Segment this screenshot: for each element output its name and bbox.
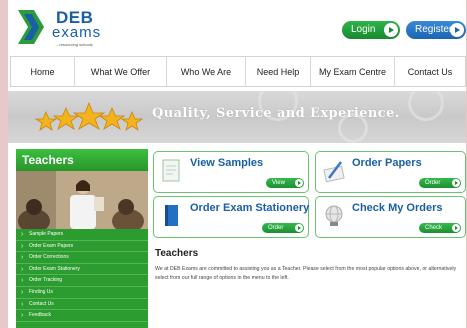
hero-banner: Quality, Service and Experience. (8, 91, 466, 143)
nav-item-what-we-offer[interactable]: What We Offer (75, 57, 167, 86)
sidebar: Teachers Sample Papers Order Exam Papers… (16, 149, 148, 328)
card-title-view-samples: View Samples (190, 157, 264, 169)
order-stationery-button-label: Order (268, 225, 284, 231)
sidebar-item-sample-papers[interactable]: Sample Papers (16, 229, 148, 241)
deb-exams-logo[interactable]: DEB exams ...resourcing schools (14, 8, 114, 48)
banner-tagline: Quality, Service and Experience. (152, 106, 400, 121)
card-title-order-exam-stationery: Order Exam Stationery (190, 202, 310, 214)
sidebar-item-order-exam-stationery[interactable]: Order Exam Stationery (16, 263, 148, 276)
sidebar-item-finding-us[interactable]: Finding Us (16, 286, 148, 299)
sidebar-item-order-corrections[interactable]: Order Corrections (16, 252, 148, 264)
logo-tagline: ...resourcing schools (56, 42, 93, 47)
register-button[interactable]: Register (406, 21, 466, 39)
nav-item-who-we-are[interactable]: Who We Are (167, 57, 246, 86)
logo-mark-icon (18, 10, 44, 44)
five-stars-icon (34, 101, 144, 131)
register-label: Register (415, 24, 453, 35)
site-header: DEB exams ...resourcing schools Login Re… (8, 0, 466, 52)
sidebar-item-order-exam-papers[interactable]: Order Exam Papers (16, 240, 148, 253)
book-icon (165, 205, 178, 226)
sidebar-item-contact-us[interactable]: Contact Us (16, 298, 148, 311)
classroom-photo (16, 171, 148, 229)
arrow-right-icon (295, 179, 303, 187)
card-check-my-orders[interactable]: Check My Orders Check (315, 196, 466, 238)
content-body: We at DEB Exams are committed to assisti… (155, 266, 457, 281)
page: DEB exams ...resourcing schools Login Re… (8, 0, 466, 328)
order-stationery-button[interactable]: Order (262, 223, 304, 233)
order-papers-button-label: Order (425, 180, 441, 186)
view-button-label: View (272, 180, 285, 186)
content-heading: Teachers (155, 248, 199, 259)
arrow-right-icon (450, 23, 464, 37)
nav-item-my-exam-centre[interactable]: My Exam Centre (311, 57, 395, 86)
nav-item-home[interactable]: Home (11, 57, 75, 86)
order-papers-button[interactable]: Order (419, 178, 461, 188)
document-icon (162, 159, 180, 182)
main-nav: Home What We Offer Who We Are Need Help … (10, 56, 466, 87)
nav-item-need-help[interactable]: Need Help (246, 57, 311, 86)
sidebar-menu: Sample Papers Order Exam Papers Order Co… (16, 229, 148, 322)
arrow-right-icon (452, 224, 460, 232)
card-title-order-papers: Order Papers (352, 157, 422, 169)
sidebar-item-feedback[interactable]: Feedback (16, 310, 148, 322)
card-order-papers[interactable]: Order Papers Order (315, 151, 466, 193)
view-button[interactable]: View (266, 178, 304, 188)
check-button[interactable]: Check (419, 223, 461, 233)
sidebar-item-order-tracking[interactable]: Order Tracking (16, 275, 148, 287)
login-label: Login (351, 24, 376, 35)
logo-exams-text: exams (52, 24, 102, 41)
pen-paper-icon (323, 161, 345, 183)
card-title-check-my-orders: Check My Orders (352, 202, 443, 214)
login-button[interactable]: Login (342, 21, 400, 39)
arrow-right-icon (295, 224, 303, 232)
globe-icon (325, 205, 343, 226)
arrow-right-icon (452, 179, 460, 187)
sidebar-title: Teachers (16, 149, 148, 171)
nav-item-contact-us[interactable]: Contact Us (395, 57, 465, 86)
card-order-exam-stationery[interactable]: Order Exam Stationery Order (153, 196, 309, 238)
card-view-samples[interactable]: View Samples View (153, 151, 309, 193)
arrow-right-icon (384, 23, 398, 37)
check-button-label: Check (425, 225, 443, 231)
gear-decoration (408, 91, 444, 121)
